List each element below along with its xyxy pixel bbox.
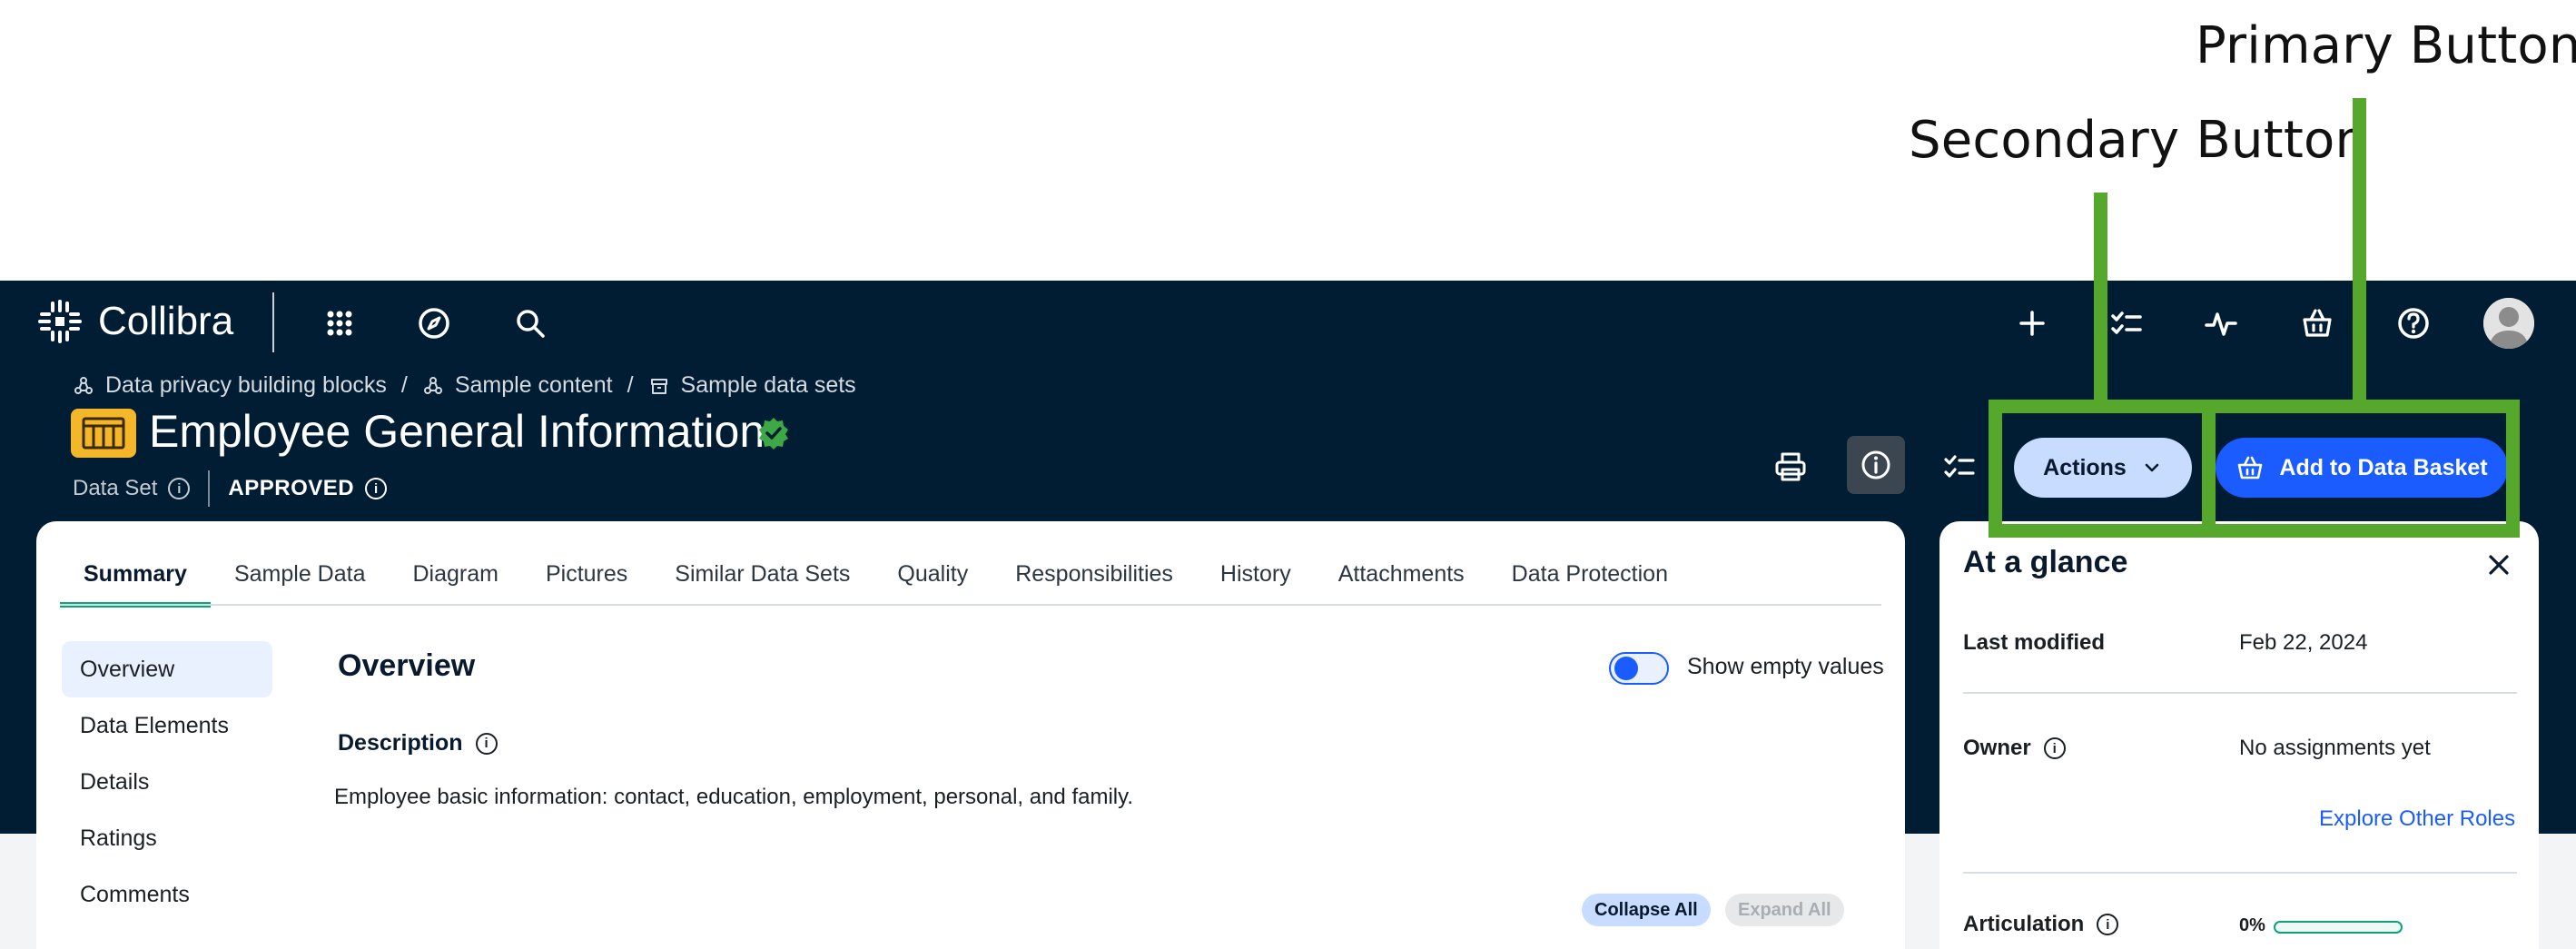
breadcrumb-item-subcommunity[interactable]: Sample content [455, 372, 613, 399]
asset-meta: Data Set i APPROVED i [73, 470, 388, 507]
glance-divider [1963, 872, 2517, 874]
tab-bar: Summary Sample Data Diagram Pictures Sim… [60, 549, 1692, 608]
info-panel-button[interactable] [1847, 436, 1905, 494]
tab-responsibilities[interactable]: Responsibilities [992, 549, 1197, 608]
meta-divider [208, 470, 211, 507]
annotation-secondary-box [1989, 400, 2216, 538]
section-nav-item-details[interactable]: Details [62, 754, 272, 810]
articulation-label-text: Articulation [1963, 912, 2085, 936]
tab-sample-data[interactable]: Sample Data [211, 549, 390, 608]
show-empty-values-label: Show empty values [1687, 654, 1884, 679]
glance-divider [1963, 692, 2517, 694]
tab-quality[interactable]: Quality [873, 549, 992, 608]
verified-badge-icon [756, 416, 791, 450]
breadcrumb-item-domain[interactable]: Sample data sets [681, 372, 856, 399]
annotation-primary-line [2353, 98, 2366, 403]
section-nav: Overview Data Elements Details Ratings C… [62, 641, 272, 923]
info-icon[interactable]: i [365, 478, 388, 499]
breadcrumb-item-community[interactable]: Data privacy building blocks [105, 372, 387, 399]
tab-summary[interactable]: Summary [60, 549, 211, 608]
tab-divider [60, 604, 1881, 606]
section-nav-item-data-elements[interactable]: Data Elements [62, 697, 272, 754]
owner-label-text: Owner [1963, 736, 2031, 760]
toggle-knob [1614, 657, 1638, 680]
section-nav-item-comments[interactable]: Comments [62, 866, 272, 923]
info-icon [1861, 450, 1890, 479]
apps-grid-icon[interactable] [320, 303, 360, 343]
articulation-progress-bar [2274, 921, 2403, 934]
page-title: Employee General Information [149, 406, 765, 457]
brand-name: Collibra [98, 299, 234, 343]
tab-similar-data-sets[interactable]: Similar Data Sets [651, 549, 873, 608]
description-value: Employee basic information: contact, edu… [334, 785, 1134, 809]
collibra-logo-icon [36, 298, 84, 345]
tasks-icon [1944, 455, 1975, 478]
tasks-button[interactable] [1930, 438, 1989, 496]
info-icon[interactable]: i [2043, 737, 2066, 759]
search-icon[interactable] [510, 303, 550, 343]
avatar[interactable] [2483, 298, 2534, 349]
collibra-logo[interactable]: Collibra [36, 298, 233, 345]
status-badge[interactable]: APPROVED [228, 476, 354, 501]
last-modified-label: Last modified [1963, 630, 2106, 655]
tab-pictures[interactable]: Pictures [522, 549, 651, 608]
last-modified-value: Feb 22, 2024 [2239, 630, 2368, 655]
expand-all-button[interactable]: Expand All [1725, 894, 1844, 926]
section-title: Overview [338, 648, 476, 683]
description-label: Description i [338, 730, 498, 756]
breadcrumb: Data privacy building blocks / Sample co… [73, 372, 856, 399]
articulation-label: Articulation i [1963, 912, 2119, 937]
description-label-text: Description [338, 730, 463, 756]
nav-divider [272, 292, 274, 352]
activity-icon[interactable] [2201, 303, 2241, 343]
tab-history[interactable]: History [1197, 549, 1315, 608]
community-icon [422, 375, 444, 397]
section-nav-item-ratings[interactable]: Ratings [62, 810, 272, 866]
annotation-secondary-line [2094, 193, 2107, 403]
articulation-percent: 0% [2239, 915, 2265, 935]
asset-type[interactable]: Data Set [73, 476, 157, 501]
plus-icon[interactable] [2012, 303, 2052, 343]
breadcrumb-separator: / [400, 372, 408, 398]
section-nav-item-overview[interactable]: Overview [62, 641, 272, 697]
print-icon [1775, 452, 1806, 481]
tab-attachments[interactable]: Attachments [1315, 549, 1488, 608]
owner-label: Owner i [1963, 736, 2066, 761]
compass-icon[interactable] [414, 303, 454, 343]
close-icon[interactable] [2484, 550, 2513, 579]
owner-value: No assignments yet [2239, 736, 2431, 760]
print-button[interactable] [1762, 438, 1820, 496]
info-icon[interactable]: i [475, 732, 498, 755]
tab-diagram[interactable]: Diagram [389, 549, 521, 608]
domain-box-icon [648, 375, 670, 397]
explore-other-roles-link[interactable]: Explore Other Roles [2319, 806, 2515, 832]
tasks-icon[interactable] [2107, 303, 2147, 343]
breadcrumb-separator: / [627, 372, 634, 398]
annotation-primary-label: Primary Button [2196, 16, 2576, 75]
annotation-secondary-label: Secondary Button [1909, 111, 2368, 170]
show-empty-values-toggle[interactable] [1609, 652, 1669, 685]
help-icon[interactable] [2393, 303, 2433, 343]
basket-icon[interactable] [2297, 303, 2337, 343]
data-set-type-icon [71, 409, 136, 458]
collapse-all-button[interactable]: Collapse All [1582, 894, 1711, 926]
annotation-primary-box [2202, 400, 2520, 538]
glance-title: At a glance [1963, 545, 2128, 579]
community-icon [73, 375, 94, 397]
info-icon[interactable]: i [168, 478, 191, 499]
tab-data-protection[interactable]: Data Protection [1488, 549, 1692, 608]
info-icon[interactable]: i [2097, 914, 2119, 935]
